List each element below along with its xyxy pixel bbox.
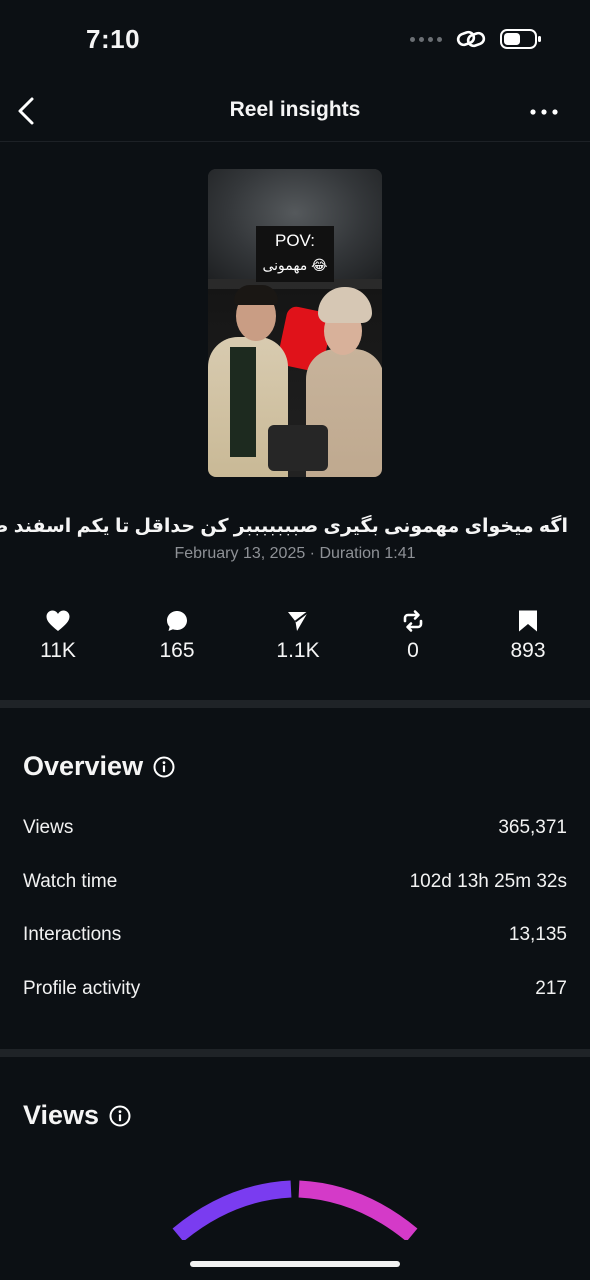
views-gauge-right-segment — [298, 1180, 418, 1240]
comments-count: 165 — [159, 639, 195, 662]
link-icon — [456, 30, 486, 48]
comment-icon — [167, 611, 187, 631]
likes-stat[interactable]: 11K — [13, 607, 103, 663]
share-icon — [288, 611, 309, 631]
section-divider — [0, 1049, 590, 1057]
home-indicator[interactable] — [190, 1261, 400, 1267]
metric-value: 365,371 — [498, 817, 567, 838]
metric-label: Watch time — [23, 871, 118, 892]
overview-title: Overview — [23, 751, 144, 781]
battery-icon — [500, 29, 541, 49]
reel-meta: February 13, 2025 · Duration 1:41 — [174, 545, 416, 562]
section-divider — [0, 700, 590, 708]
repost-icon — [403, 610, 423, 632]
bookmark-icon — [519, 610, 537, 632]
person-left-shirt-image — [230, 347, 256, 457]
views-section-title: Views — [23, 1100, 131, 1131]
metric-row-profile-activity[interactable]: Profile activity 217 — [23, 974, 567, 1004]
info-icon[interactable] — [153, 756, 175, 778]
metric-label: Views — [23, 817, 74, 838]
heart-icon — [46, 610, 70, 631]
shares-count: 1.1K — [276, 639, 320, 662]
metric-label: Interactions — [23, 924, 122, 945]
thumbnail-caption-line2: مهمونی 😂 — [262, 257, 328, 273]
thumbnail-caption: POV: مهمونی 😂 — [256, 226, 334, 282]
more-options-button[interactable] — [528, 100, 560, 124]
shares-stat[interactable]: 1.1K — [253, 607, 343, 663]
reposts-stat[interactable]: 0 — [368, 607, 458, 663]
saves-count: 893 — [510, 639, 546, 662]
comments-stat[interactable]: 165 — [132, 607, 222, 663]
metric-row-views[interactable]: Views 365,371 — [23, 813, 567, 843]
metric-label: Profile activity — [23, 978, 141, 999]
engagement-stats: 11K 165 1.1K 0 893 — [0, 607, 590, 671]
nav-bar: Reel insights — [0, 80, 590, 142]
metric-value: 217 — [535, 978, 567, 999]
reposts-count: 0 — [407, 639, 419, 662]
status-icons — [410, 28, 542, 50]
saves-stat[interactable]: 893 — [483, 607, 573, 663]
status-time: 7:10 — [86, 24, 141, 54]
armrest-image — [268, 425, 328, 471]
info-icon[interactable] — [109, 1105, 131, 1127]
views-title: Views — [23, 1100, 100, 1130]
status-bar: 7:10 — [0, 0, 590, 80]
metric-row-watch-time[interactable]: Watch time 102d 13h 25m 32s — [23, 867, 567, 897]
views-gauge-left-segment — [172, 1180, 292, 1240]
metric-value: 13,135 — [508, 924, 567, 945]
metric-row-interactions[interactable]: Interactions 13,135 — [23, 920, 567, 950]
signal-icon — [410, 36, 442, 42]
views-donut-chart — [172, 1180, 418, 1240]
likes-count: 11K — [40, 639, 76, 662]
more-horizontal-icon — [530, 109, 558, 115]
metric-value: 102d 13h 25m 32s — [409, 871, 567, 892]
thumbnail-caption-line1: POV: — [275, 231, 315, 250]
page-title: Reel insights — [229, 98, 361, 121]
reel-thumbnail[interactable]: POV: مهمونی 😂 — [208, 169, 382, 477]
person-left-hair-image — [234, 285, 278, 305]
overview-section-title: Overview — [23, 751, 175, 782]
reel-caption: اگه میخوای مهمونی بگیری صبببببببر کن حدا… — [0, 516, 568, 537]
